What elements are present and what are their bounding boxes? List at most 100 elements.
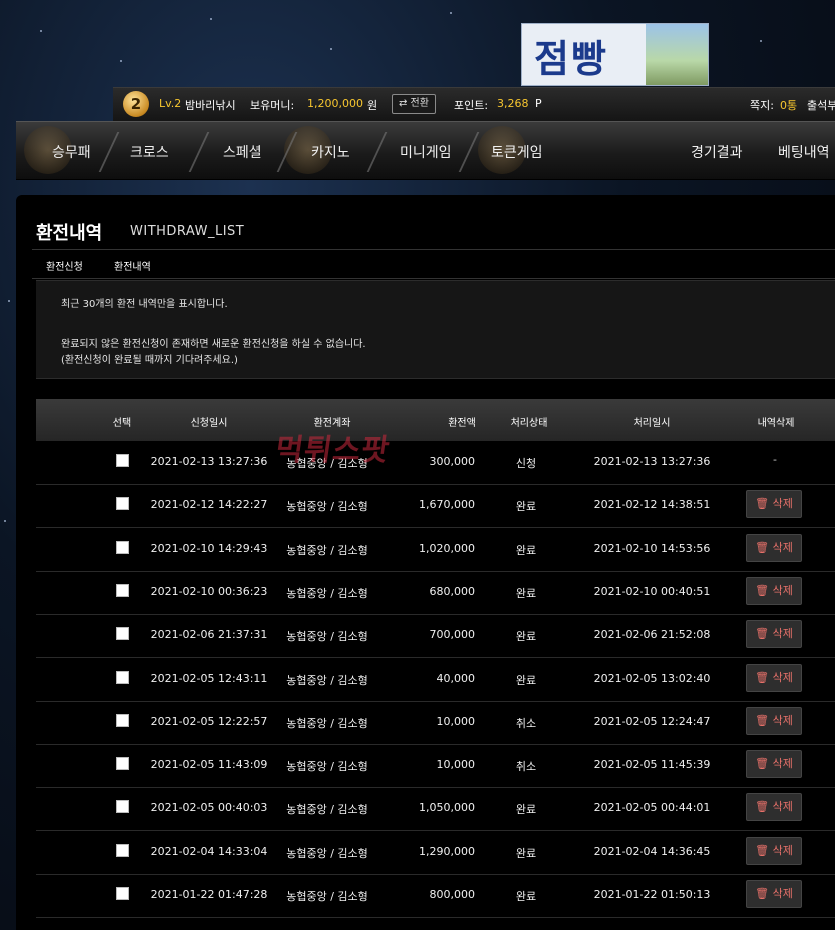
request-time-cell: 2021-02-06 21:37:31 bbox=[150, 628, 268, 642]
table-row: 2021-02-12 14:22:27 농협중앙 / 김소형 1,670,000 완료… bbox=[36, 484, 835, 529]
processed-time-cell: 2021-02-12 14:38:51 bbox=[593, 498, 711, 512]
account-cell: 농협중앙 / 김소형 bbox=[286, 673, 368, 687]
nav-item-cross[interactable]: 크로스 bbox=[130, 142, 169, 162]
row-checkbox[interactable] bbox=[116, 497, 129, 511]
nav-separator bbox=[98, 132, 120, 172]
attendance-link[interactable]: 출석부 bbox=[807, 97, 835, 113]
row-checkbox[interactable] bbox=[116, 583, 129, 597]
nav-item-win-draw-lose[interactable]: 승무패 bbox=[52, 142, 91, 162]
account-cell: 농협중앙 / 김소형 bbox=[286, 457, 368, 470]
account-cell: 농협중앙 / 김소형 bbox=[286, 846, 368, 860]
amount-cell: 1,050,000 bbox=[419, 801, 475, 815]
header-account: 환전계좌 bbox=[313, 418, 351, 429]
row-checkbox[interactable] bbox=[116, 757, 129, 771]
nav-item-special[interactable]: 스페셜 bbox=[223, 142, 262, 162]
row-checkbox[interactable] bbox=[116, 670, 129, 684]
money-label: 보유머니: bbox=[250, 99, 295, 112]
account-cell: 농협중앙 / 김소형 bbox=[286, 543, 368, 557]
amount-cell: 700,000 bbox=[429, 628, 476, 642]
row-checkbox[interactable] bbox=[116, 540, 129, 554]
row-checkbox[interactable] bbox=[116, 713, 129, 727]
table-row: 2021-02-10 14:29:43 농협중앙 / 김소형 1,020,000 완료… bbox=[36, 528, 835, 572]
status-cell: 완료 bbox=[515, 890, 537, 903]
status-cell: 신청 bbox=[515, 457, 537, 470]
nav-item-token-game[interactable]: 토큰게임 bbox=[491, 142, 543, 162]
header-processed-time: 처리일시 bbox=[633, 418, 671, 429]
memo-label[interactable]: 쪽지: bbox=[750, 97, 774, 113]
account-cell: 농협중앙 / 김소형 bbox=[286, 803, 368, 817]
nav-item-bet-history[interactable]: 베팅내역 bbox=[778, 142, 830, 162]
delete-placeholder: - bbox=[773, 453, 777, 466]
page-title: 환전내역 bbox=[36, 223, 103, 244]
nav-item-game-results[interactable]: 경기결과 bbox=[691, 142, 743, 162]
status-cell: 완료 bbox=[515, 846, 537, 860]
processed-time-cell: 2021-02-05 00:44:01 bbox=[593, 801, 711, 815]
point-unit: P bbox=[535, 97, 542, 110]
delete-button[interactable]: 🗑 삭제 bbox=[746, 533, 802, 562]
account-cell: 농협중앙 / 김소형 bbox=[286, 586, 368, 600]
status-cell: 완료 bbox=[515, 673, 537, 687]
convert-button[interactable]: ⇄ 전환 bbox=[392, 94, 436, 114]
tab-withdraw-history[interactable]: 환전내역 bbox=[114, 258, 151, 273]
delete-button[interactable]: 🗑 삭제 bbox=[746, 663, 802, 692]
notice-line: (환전신청이 완료될 때까지 기다려주세요.) bbox=[61, 355, 238, 366]
request-time-cell: 2021-01-22 01:47:28 bbox=[150, 888, 268, 901]
money-unit: 원 bbox=[367, 99, 378, 112]
header-request-time: 신청일시 bbox=[190, 418, 228, 429]
table-row: 2021-02-05 00:40:03 농협중앙 / 김소형 1,050,000 완료… bbox=[36, 787, 835, 832]
request-time-cell: 2021-02-12 14:22:27 bbox=[150, 498, 268, 512]
processed-time-cell: 2021-02-06 21:52:08 bbox=[593, 628, 711, 642]
delete-button[interactable]: 🗑 삭제 bbox=[746, 880, 802, 908]
account-cell: 농협중앙 / 김소형 bbox=[286, 716, 368, 730]
table-row: 2021-02-04 14:33:04 농협중앙 / 김소형 1,290,000 완료… bbox=[36, 831, 835, 875]
amount-cell: 680,000 bbox=[429, 584, 476, 598]
header-delete: 내역삭제 bbox=[757, 418, 795, 429]
table-row: 2021-02-13 13:27:36 농협중앙 / 김소형 300,000 신청 20… bbox=[36, 441, 835, 485]
amount-cell: 1,670,000 bbox=[419, 498, 475, 512]
row-checkbox[interactable] bbox=[116, 454, 129, 467]
status-cell: 취소 bbox=[515, 716, 537, 730]
table-row: 2021-01-22 01:47:28 농협중앙 / 김소형 800,000 완료 20… bbox=[36, 874, 835, 918]
request-time-cell: 2021-02-04 14:33:04 bbox=[150, 844, 268, 858]
request-time-cell: 2021-02-10 14:29:43 bbox=[150, 541, 268, 555]
delete-button[interactable]: 🗑 삭제 bbox=[746, 706, 802, 735]
amount-cell: 10,000 bbox=[436, 758, 476, 772]
delete-button[interactable]: 🗑 삭제 bbox=[746, 836, 802, 865]
processed-time-cell: 2021-02-10 00:40:51 bbox=[593, 584, 711, 598]
delete-button[interactable]: 🗑 삭제 bbox=[746, 750, 802, 779]
account-cell: 농협중앙 / 김소형 bbox=[286, 890, 368, 903]
status-cell: 완료 bbox=[515, 586, 537, 600]
table-row: 2021-02-05 11:43:09 농협중앙 / 김소형 10,000 취소 202… bbox=[36, 744, 835, 789]
sub-tabs: 환전신청 환전내역 bbox=[32, 249, 835, 279]
table-row: 2021-02-10 00:36:23 농협중앙 / 김소형 680,000 완료 20… bbox=[36, 571, 835, 615]
nav-item-casino[interactable]: 카지노 bbox=[311, 142, 350, 162]
row-checkbox[interactable] bbox=[116, 843, 129, 857]
delete-button[interactable]: 🗑 삭제 bbox=[746, 576, 802, 605]
account-cell: 농협중앙 / 김소형 bbox=[286, 500, 368, 514]
nav-separator bbox=[458, 132, 480, 172]
nav-separator bbox=[188, 132, 210, 172]
processed-time-cell: 2021-02-05 11:45:39 bbox=[593, 758, 711, 772]
account-cell: 농협중앙 / 김소형 bbox=[286, 630, 368, 644]
header-amount: 환전액 bbox=[448, 418, 476, 429]
row-checkbox[interactable] bbox=[116, 800, 129, 814]
delete-button[interactable]: 🗑 삭제 bbox=[746, 793, 802, 822]
notice-line: 완료되지 않은 환전신청이 존재하면 새로운 환전신청을 하실 수 없습니다. bbox=[61, 339, 366, 350]
table-row: 2021-02-05 12:43:11 농협중앙 / 김소형 40,000 완료 202… bbox=[36, 658, 835, 702]
delete-button[interactable]: 🗑 삭제 bbox=[746, 490, 802, 519]
delete-button[interactable]: 🗑 삭제 bbox=[746, 620, 802, 649]
status-cell: 완료 bbox=[515, 500, 537, 514]
row-checkbox[interactable] bbox=[116, 887, 129, 900]
processed-time-cell: 2021-02-13 13:27:36 bbox=[593, 455, 711, 468]
memo-value[interactable]: 0통 bbox=[780, 97, 797, 113]
nav-item-minigame[interactable]: 미니게임 bbox=[400, 142, 452, 162]
request-time-cell: 2021-02-05 12:43:11 bbox=[150, 671, 268, 685]
table-row: 2021-02-06 21:37:31 농협중앙 / 김소형 700,000 완료 20… bbox=[36, 614, 835, 659]
row-checkbox[interactable] bbox=[116, 627, 129, 641]
tab-withdraw-request[interactable]: 환전신청 bbox=[46, 258, 83, 273]
status-cell: 취소 bbox=[515, 760, 537, 774]
site-logo[interactable]: 점빵 bbox=[521, 23, 709, 86]
request-time-cell: 2021-02-05 11:43:09 bbox=[150, 758, 268, 772]
user-nickname: 밤바리낚시 bbox=[185, 99, 236, 112]
table-header: 선택 신청일시 환전계좌 환전액 처리상태 처리일시 내역삭제 bbox=[36, 399, 835, 441]
